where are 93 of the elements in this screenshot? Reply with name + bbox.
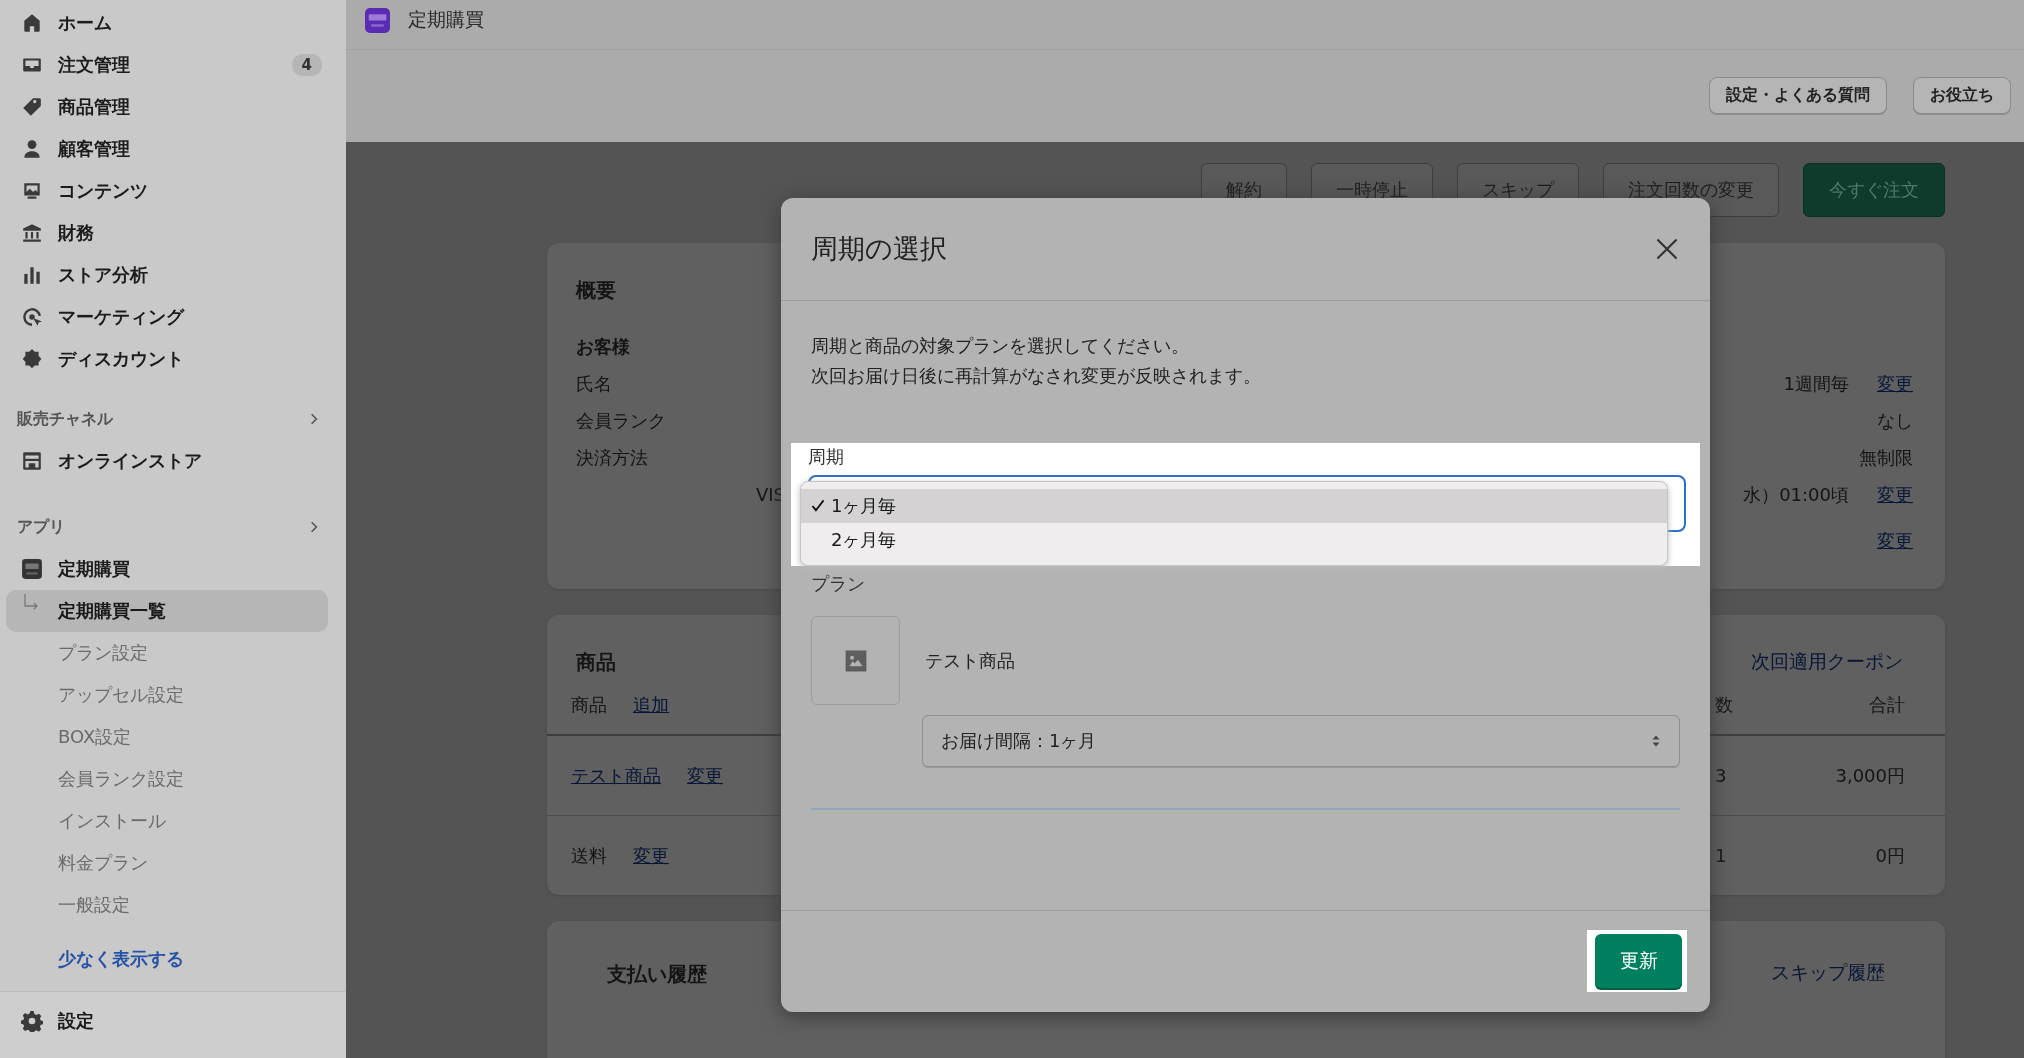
table-cell: 0円 [1875, 843, 1905, 868]
nav-subitem[interactable]: 料金プラン [6, 842, 328, 884]
nav-item[interactable]: 商品管理 [0, 86, 346, 128]
row-label: 送料 [571, 843, 607, 868]
field-label: 決済方法 [576, 445, 648, 470]
nav-item[interactable]: オンラインストア [0, 440, 346, 482]
row-link[interactable]: 追加 [633, 693, 669, 717]
column-header: 数 [1715, 693, 1734, 717]
nav-subitem[interactable]: プラン設定 [6, 632, 328, 674]
field-value: 無制限 [1859, 445, 1913, 470]
skip-history-link[interactable]: スキップ履歴 [1771, 960, 1885, 1058]
table-cell-text: 3 [1715, 765, 1728, 786]
row-label: 商品 [571, 693, 607, 717]
nav-item[interactable]: 注文管理 4 [0, 44, 346, 86]
nav-item[interactable]: 財務 [0, 212, 346, 254]
description-text: 次回お届け日後に再計算がなされ変更が反映されます。 [811, 364, 1262, 388]
discount-icon [21, 348, 43, 370]
header-button[interactable]: お役立ち [1913, 77, 2011, 114]
nav-label: ホーム [58, 11, 113, 35]
nav-subitem[interactable]: インストール [6, 800, 328, 842]
count-badge: 4 [291, 54, 322, 76]
nav-label: ディスカウント [58, 347, 185, 371]
row-link[interactable]: 変更 [633, 843, 669, 868]
bank-icon [21, 222, 43, 244]
nav-item[interactable]: ストア分析 [0, 254, 346, 296]
store-icon [21, 450, 43, 472]
nav-label: 商品管理 [58, 95, 131, 119]
change-link[interactable]: 変更 [1877, 529, 1913, 553]
nav-item[interactable]: マーケティング [0, 296, 346, 338]
nav-label: マーケティング [58, 305, 186, 329]
close-button[interactable] [1654, 236, 1680, 262]
header-button[interactable]: 設定・よくある質問 [1709, 77, 1887, 114]
dropdown-option[interactable]: 2ヶ月毎 [801, 523, 1667, 557]
check-icon [811, 499, 825, 513]
nav-item[interactable]: 顧客管理 [0, 128, 346, 170]
person-icon [21, 138, 43, 160]
nav-item[interactable]: コンテンツ [0, 170, 346, 212]
nav-label: ストア分析 [58, 263, 149, 287]
field-label: プラン [811, 572, 866, 596]
field-value: なし [1877, 408, 1913, 433]
nav-item[interactable]: ディスカウント [0, 338, 346, 380]
row-link[interactable]: 変更 [687, 763, 723, 788]
description-text: 周期と商品の対象プランを選択してください。 [811, 334, 1190, 358]
nav-subitem[interactable]: 会員ランク設定 [6, 758, 328, 800]
plan-select[interactable]: お届け間隔：1ヶ月 [922, 715, 1680, 767]
table-cell-text: 1 [1715, 845, 1728, 866]
close-icon [1655, 237, 1679, 261]
nav-subitem[interactable]: アップセル設定 [6, 674, 328, 716]
card-title: 支払い履歴 [607, 961, 707, 988]
tag-icon [21, 96, 43, 118]
table-cell: 3,000円 [1835, 763, 1905, 788]
settings-icon [21, 1010, 43, 1032]
update-button[interactable]: 更新 [1595, 934, 1682, 988]
dropdown-option[interactable]: 1ヶ月毎 [801, 489, 1667, 523]
app-title: 定期購買 [408, 8, 484, 30]
nav-label: 顧客管理 [58, 137, 131, 161]
product-name: テスト商品 [925, 648, 1015, 673]
nav-subitem[interactable]: BOX設定 [6, 716, 328, 758]
section-title: アプリ [17, 516, 65, 538]
field-label: 周期 [808, 445, 845, 469]
image-icon [21, 180, 43, 202]
product-link[interactable]: テスト商品 [571, 763, 661, 788]
field-value: 1週間毎 [1783, 371, 1849, 396]
home-icon [21, 12, 43, 34]
nav-label: 財務 [58, 221, 95, 245]
modal-title: 周期の選択 [811, 232, 947, 266]
card-title: 概要 [576, 277, 617, 304]
show-less-link[interactable]: 少なく表示する [58, 938, 184, 980]
nav-item[interactable]: 設定 [0, 1000, 346, 1042]
nav-label: コンテンツ [58, 179, 149, 203]
field-label: 氏名 [576, 371, 612, 396]
app-logo-icon [365, 8, 390, 33]
coupon-link[interactable]: 次回適用クーポン [1751, 649, 1903, 675]
field-value: 水）01:00頃 [1743, 482, 1849, 507]
card-title: 商品 [576, 649, 616, 676]
nav-label: オンラインストア [58, 449, 203, 473]
column-header: 合計 [1869, 693, 1905, 717]
nav-label: 設定 [58, 1009, 95, 1033]
app-icon [21, 558, 43, 580]
change-link[interactable]: 変更 [1877, 482, 1913, 507]
nav-subitem[interactable]: 一般設定 [6, 884, 328, 926]
field-label: 会員ランク [576, 408, 666, 433]
bar-chart-icon [21, 264, 43, 286]
change-link[interactable]: 変更 [1877, 371, 1913, 396]
nav-item[interactable]: ホーム [0, 2, 346, 44]
target-icon [21, 306, 43, 328]
field-label: お客様 [576, 334, 630, 359]
section-title: 販売チャネル [17, 408, 113, 430]
nav-item[interactable]: 定期購買 [0, 548, 346, 590]
nav-label: 定期購買 [58, 557, 131, 581]
order-now-button[interactable]: 今すぐ注文 [1803, 163, 1945, 217]
nav-label: 注文管理 [58, 53, 131, 77]
nav-subitem[interactable]: 定期購買一覧 [6, 590, 328, 632]
